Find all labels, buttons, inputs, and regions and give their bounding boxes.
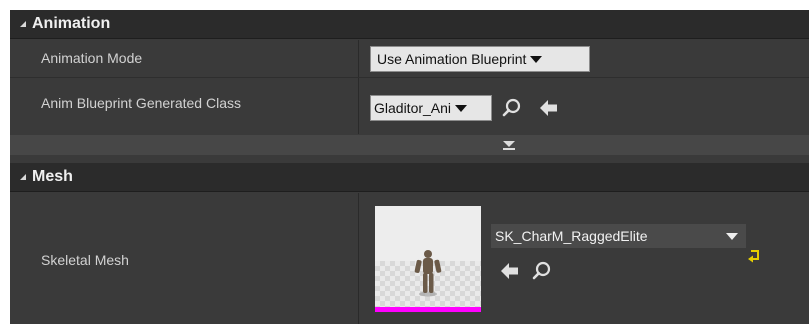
- expander-bar: [503, 148, 515, 150]
- dropdown-value: Use Animation Blueprint: [377, 51, 527, 67]
- section-header-animation[interactable]: Animation: [10, 10, 809, 39]
- section-gap: [10, 155, 809, 163]
- mesh-thumbnail[interactable]: [375, 206, 481, 312]
- dropdown-value: SK_CharM_RaggedElite: [495, 228, 648, 244]
- skeletal-mesh-dropdown[interactable]: SK_CharM_RaggedElite: [491, 224, 746, 248]
- property-row-anim-blueprint: Anim Blueprint Generated Class Gladitor_…: [10, 78, 809, 134]
- section-title: Mesh: [32, 168, 73, 185]
- advanced-expander[interactable]: [10, 135, 809, 155]
- search-icon[interactable]: [531, 260, 553, 282]
- reset-arrow-icon[interactable]: [747, 248, 763, 264]
- collapse-triangle-icon: [20, 21, 26, 27]
- column-divider: [358, 40, 359, 77]
- anim-class-dropdown[interactable]: Gladitor_Ani: [370, 95, 492, 121]
- chevron-down-icon: [503, 141, 515, 147]
- column-divider: [358, 193, 359, 324]
- property-row-animation-mode: Animation Mode Use Animation Blueprint: [10, 40, 809, 77]
- animation-mode-dropdown[interactable]: Use Animation Blueprint: [370, 46, 590, 72]
- left-arrow-icon[interactable]: [499, 260, 521, 282]
- chevron-down-icon: [530, 55, 543, 63]
- section-header-mesh[interactable]: Mesh: [10, 163, 809, 192]
- section-title: Animation: [32, 15, 111, 32]
- left-arrow-icon[interactable]: [538, 97, 560, 119]
- dropdown-value: Gladitor_Ani: [374, 100, 452, 116]
- property-label: Anim Blueprint Generated Class: [41, 95, 241, 111]
- chevron-down-icon: [726, 233, 738, 240]
- search-icon[interactable]: [501, 97, 523, 119]
- collapse-triangle-icon: [20, 174, 26, 180]
- chevron-down-icon: [455, 104, 468, 112]
- thumbnail-preview: [375, 206, 481, 312]
- property-label: Animation Mode: [41, 50, 143, 66]
- details-panel: Animation Animation Mode Use Animation B…: [10, 10, 809, 324]
- thumbnail-asset-strip: [375, 307, 481, 312]
- column-divider: [358, 78, 359, 134]
- property-label: Skeletal Mesh: [41, 252, 129, 268]
